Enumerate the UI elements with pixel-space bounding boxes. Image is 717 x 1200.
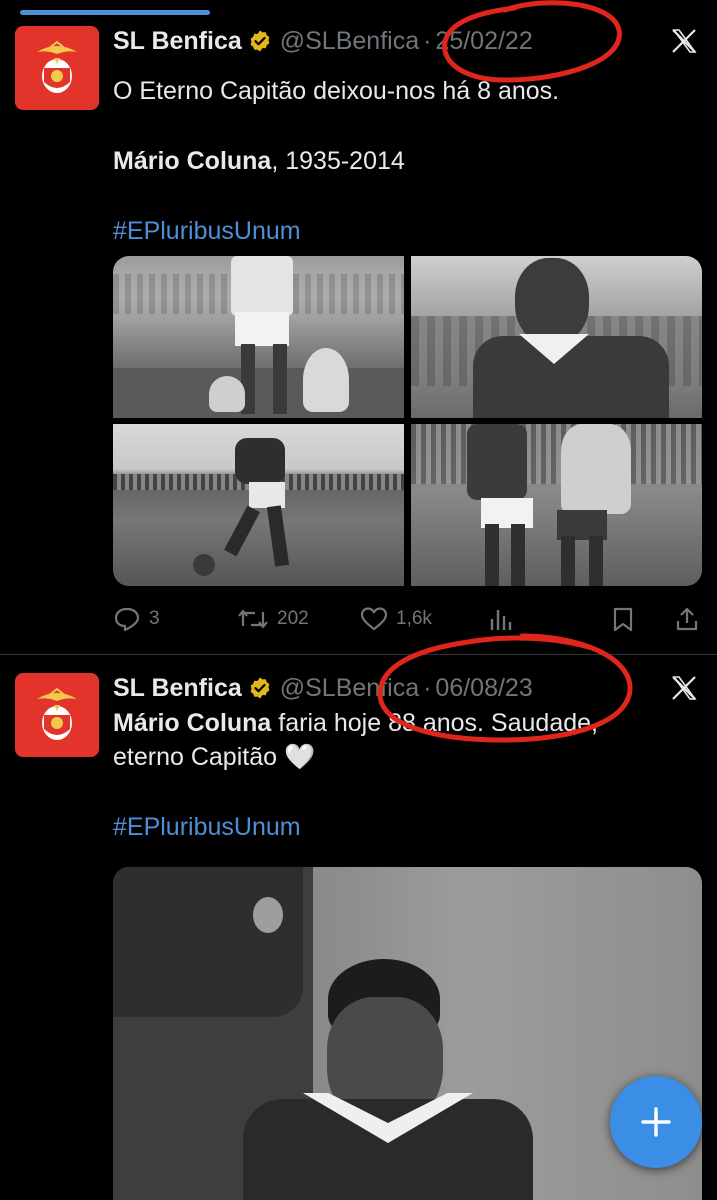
views-icon (490, 610, 512, 630)
share-button[interactable] (675, 606, 699, 632)
years-text: , 1935-2014 (271, 147, 405, 175)
x-logo-icon[interactable] (669, 26, 699, 56)
tweet[interactable]: SL Benfica @SLBenfica · 25/02/22 O Etern… (0, 0, 717, 654)
tweet-text: O Eterno Capitão deixou-nos há 8 anos. M… (113, 74, 703, 248)
reply-button[interactable]: 3 (113, 606, 160, 632)
tweet-actions: 3 202 1,6k (113, 602, 703, 636)
author-handle[interactable]: @SLBenfica (280, 27, 419, 56)
separator-dot: · (423, 673, 432, 702)
tweet-line: eterno Capitão 🤍 (113, 743, 316, 771)
share-icon (676, 607, 698, 631)
tweet-header: SL Benfica @SLBenfica · 25/02/22 (113, 24, 533, 58)
tweet-text: Mário Coluna faria hoje 88 anos. Saudade… (113, 706, 703, 844)
author-name[interactable]: SL Benfica (113, 27, 242, 56)
tweet-line-rest: faria hoje 88 anos. Saudade, (271, 709, 598, 737)
verified-badge-icon (248, 29, 272, 53)
timeline: SL Benfica @SLBenfica · 25/02/22 O Etern… (0, 0, 717, 1200)
media-grid[interactable] (113, 256, 702, 586)
retweet-button[interactable]: 202 (237, 606, 309, 632)
bold-name: Mário Coluna (113, 709, 272, 737)
separator-dot: · (423, 26, 432, 55)
benfica-crest-icon (37, 40, 77, 93)
like-button[interactable]: 1,6k (360, 606, 432, 632)
verified-badge-icon (248, 676, 272, 700)
retweet-icon (238, 609, 268, 629)
tweet-line: Mário Coluna faria hoje 88 anos. Saudade… (113, 706, 703, 740)
tweet-date[interactable]: 25/02/22 (435, 27, 532, 56)
author-name[interactable]: SL Benfica (113, 674, 242, 703)
benfica-crest-icon (37, 687, 77, 740)
reply-icon (114, 607, 140, 632)
divider (0, 654, 717, 655)
x-logo-icon[interactable] (669, 673, 699, 703)
media-photo[interactable] (411, 424, 702, 586)
retweet-count: 202 (277, 608, 309, 629)
tweet-header: SL Benfica @SLBenfica · 06/08/23 (113, 671, 533, 705)
like-count: 1,6k (396, 608, 432, 629)
bookmark-button[interactable] (611, 606, 635, 632)
hashtag-link[interactable]: #EPluribusUnum (113, 214, 703, 248)
bold-name: Mário Coluna (113, 147, 272, 175)
compose-button[interactable] (610, 1076, 702, 1168)
avatar[interactable] (15, 673, 99, 757)
hashtag-link[interactable]: #EPluribusUnum (113, 810, 703, 844)
media-photo[interactable] (113, 256, 404, 418)
media-photo[interactable] (113, 424, 404, 586)
bookmark-icon (613, 607, 633, 632)
views-button[interactable] (487, 606, 513, 632)
plus-icon (641, 1107, 671, 1137)
media-photo[interactable] (411, 256, 702, 418)
media-photo[interactable] (113, 867, 702, 1200)
reply-count: 3 (149, 608, 160, 629)
tweet-date[interactable]: 06/08/23 (435, 674, 532, 703)
avatar[interactable] (15, 26, 99, 110)
tweet-line: Mário Coluna, 1935-2014 (113, 144, 703, 178)
heart-icon (360, 607, 388, 631)
tweet-line: O Eterno Capitão deixou-nos há 8 anos. (113, 77, 560, 105)
author-handle[interactable]: @SLBenfica (280, 674, 419, 703)
